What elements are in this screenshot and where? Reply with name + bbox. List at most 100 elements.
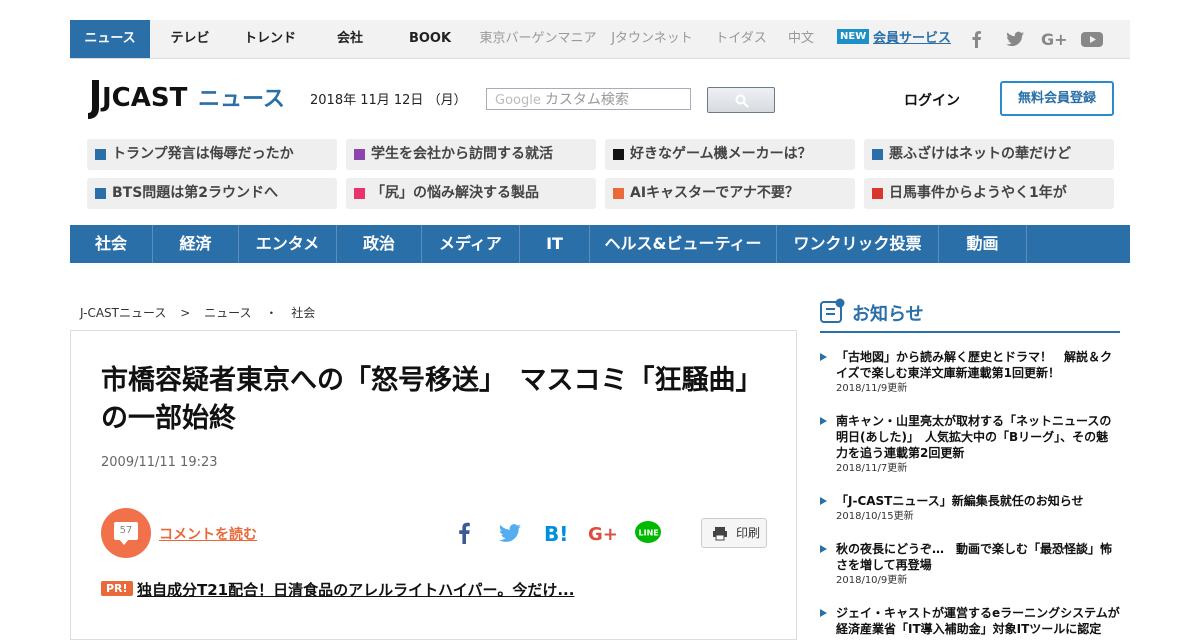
google-plus-share-icon[interactable]: G+	[588, 519, 616, 547]
comment-count-bubble[interactable]: 57	[101, 508, 151, 558]
trending-item[interactable]: 学生を会社から訪問する就活	[346, 139, 596, 170]
breadcrumb-section[interactable]: ニュース	[204, 306, 251, 320]
trending-item[interactable]: 「尻」の悩み解決する製品	[346, 178, 596, 209]
breadcrumb-separator: >	[180, 306, 191, 320]
category-media[interactable]: メディア	[422, 225, 520, 263]
comment-bubble-tail	[119, 539, 129, 545]
trending-item[interactable]: AIキャスターでアナ不要？	[605, 178, 855, 209]
top-nav-news[interactable]: ニュース	[70, 20, 150, 58]
category-one-click-vote[interactable]: ワンクリック投票	[777, 225, 939, 263]
article-date: 2009/11/11 19:23	[101, 455, 218, 470]
top-nav-bargain[interactable]: 東京バーゲンマニア	[478, 20, 598, 58]
svg-text:ニュース: ニュース	[198, 87, 285, 112]
comment-count: 57	[114, 522, 138, 540]
notice-item[interactable]: 「古地図」から読み解く歴史とドラマ！ 解説＆クイズで楽しむ東洋文庫新連載第1回更…	[820, 349, 1120, 396]
category-nav: 社会 経済 エンタメ 政治 メディア IT ヘルス&ビューティー ワンクリック投…	[70, 225, 1130, 263]
read-comments-link[interactable]: コメントを読む	[159, 524, 257, 544]
top-nav-tv[interactable]: テレビ	[150, 20, 230, 58]
breadcrumb-home[interactable]: J-CASTニュース	[80, 306, 166, 320]
trending-color-square	[872, 149, 883, 160]
trending-item[interactable]: 悪ふざけはネットの華だけど	[864, 139, 1114, 170]
hatena-bookmark-share-icon[interactable]: B!	[542, 519, 570, 547]
notice-divider	[820, 331, 1120, 333]
trending-label: 日馬事件からようやく1年が	[889, 185, 1067, 201]
trending-label: AIキャスターでアナ不要？	[630, 185, 799, 201]
article-title: 市橋容疑者東京への「怒号移送」 マスコミ「狂騒曲」の一部始終	[101, 365, 763, 434]
trending-label: 好きなゲーム機メーカーは？	[630, 146, 812, 162]
member-service-link[interactable]: 会員サービス	[873, 20, 951, 58]
category-society[interactable]: 社会	[70, 225, 153, 263]
notice-icon	[820, 298, 845, 323]
svg-text:B!: B!	[544, 522, 568, 546]
notice-item-date: 2018/10/9更新	[836, 575, 908, 586]
trending-color-square	[95, 188, 106, 199]
current-date: 2018年 11月 12日 （月）	[310, 93, 467, 108]
breadcrumb: J-CASTニュース > ニュース ・ 社会	[80, 304, 325, 321]
trending-color-square	[95, 149, 106, 160]
notice-arrow-icon	[820, 609, 827, 617]
category-entertainment[interactable]: エンタメ	[239, 225, 337, 263]
jcast-logo[interactable]: JCAST ニュース	[86, 78, 286, 122]
top-nav-chinese[interactable]: 中文	[782, 20, 820, 58]
top-nav-toidas[interactable]: トイダス	[706, 20, 776, 58]
twitter-icon[interactable]	[1004, 29, 1026, 49]
top-nav-book[interactable]: BOOK	[390, 20, 470, 58]
notice-item[interactable]: 「J-CASTニュース」新編集長就任のお知らせ 2018/10/15更新	[820, 493, 1120, 524]
notice-arrow-icon	[820, 497, 827, 505]
print-button[interactable]: 印刷	[701, 518, 767, 548]
notice-item-date: 2018/10/15更新	[836, 511, 914, 522]
google-plus-icon[interactable]: G+	[1040, 29, 1068, 49]
facebook-icon[interactable]	[966, 29, 988, 49]
notice-heading: お知らせ	[852, 304, 924, 325]
breadcrumb-dot: ・	[265, 306, 278, 320]
twitter-share-icon[interactable]	[496, 519, 524, 547]
facebook-share-icon[interactable]	[450, 519, 478, 547]
notice-item-text: ジェイ・キャストが運営するeラーニングシステムが経済産業省「IT導入補助金」対象…	[836, 606, 1120, 636]
trending-color-square	[872, 188, 883, 199]
notice-item-text: 「古地図」から読み解く歴史とドラマ！ 解説＆クイズで楽しむ東洋文庫新連載第1回更…	[836, 350, 1113, 380]
category-economy[interactable]: 経済	[153, 225, 239, 263]
google-brand: Google	[495, 93, 541, 108]
trending-color-square	[354, 188, 365, 199]
trending-item[interactable]: BTS問題は第2ラウンドへ	[87, 178, 337, 209]
notice-arrow-icon	[820, 417, 827, 425]
search-placeholder: カスタム検索	[544, 92, 629, 108]
top-nav-trend[interactable]: トレンド	[230, 20, 310, 58]
notice-item[interactable]: ジェイ・キャストが運営するeラーニングシステムが経済産業省「IT導入補助金」対象…	[820, 605, 1120, 637]
line-share-icon[interactable]: LINE	[634, 519, 662, 547]
pr-ad-link[interactable]: 独自成分T21配合！日清食品のアレルライトハイパー。今だけ...	[137, 579, 574, 600]
trending-item[interactable]: 好きなゲーム機メーカーは？	[605, 139, 855, 170]
notice-item-date: 2018/11/9更新	[836, 383, 908, 394]
notice-item-text: 「J-CASTニュース」新編集長就任のお知らせ	[836, 494, 1084, 508]
trending-color-square	[354, 149, 365, 160]
trending-item[interactable]: 日馬事件からようやく1年が	[864, 178, 1114, 209]
register-button[interactable]: 無料会員登録	[1000, 81, 1114, 116]
breadcrumb-sub[interactable]: 社会	[291, 306, 315, 320]
search-input[interactable]: Google カスタム検索	[486, 88, 691, 110]
top-nav-company[interactable]: 会社	[310, 20, 390, 58]
notice-arrow-icon	[820, 353, 827, 361]
category-video[interactable]: 動画	[939, 225, 1027, 263]
category-health-beauty[interactable]: ヘルス&ビューティー	[590, 225, 777, 263]
trending-label: トランプ発言は侮辱だったか	[112, 146, 294, 162]
top-nav-jtown[interactable]: Jタウンネット	[606, 20, 698, 58]
top-nav: ニュース テレビ トレンド 会社 BOOK 東京バーゲンマニア Jタウンネット …	[70, 20, 1130, 59]
svg-text:LINE: LINE	[639, 529, 659, 538]
category-politics[interactable]: 政治	[337, 225, 422, 263]
youtube-icon[interactable]	[1080, 29, 1104, 49]
category-it[interactable]: IT	[520, 225, 590, 263]
notice-item[interactable]: 秋の夜長にどうぞ… 動画で楽しむ「最恐怪談」怖さを増して再登場 2018/10/9…	[820, 541, 1120, 588]
svg-text:JCAST: JCAST	[100, 83, 188, 113]
notice-item-text: 秋の夜長にどうぞ… 動画で楽しむ「最恐怪談」怖さを増して再登場	[836, 542, 1113, 572]
search-icon	[735, 94, 749, 108]
login-link[interactable]: ログイン	[904, 90, 960, 110]
trending-color-square	[613, 149, 624, 160]
trending-item[interactable]: トランプ発言は侮辱だったか	[87, 139, 337, 170]
search-button[interactable]	[707, 87, 775, 113]
new-badge: NEW	[837, 29, 870, 44]
notice-arrow-icon	[820, 545, 827, 553]
svg-text:G+: G+	[588, 524, 616, 545]
pr-badge: PR!	[101, 581, 133, 596]
notice-item[interactable]: 南キャン・山里亮太が取材する「ネットニュースの明日(あした)」 人気拡大中の「B…	[820, 413, 1120, 476]
trending-color-square	[613, 188, 624, 199]
